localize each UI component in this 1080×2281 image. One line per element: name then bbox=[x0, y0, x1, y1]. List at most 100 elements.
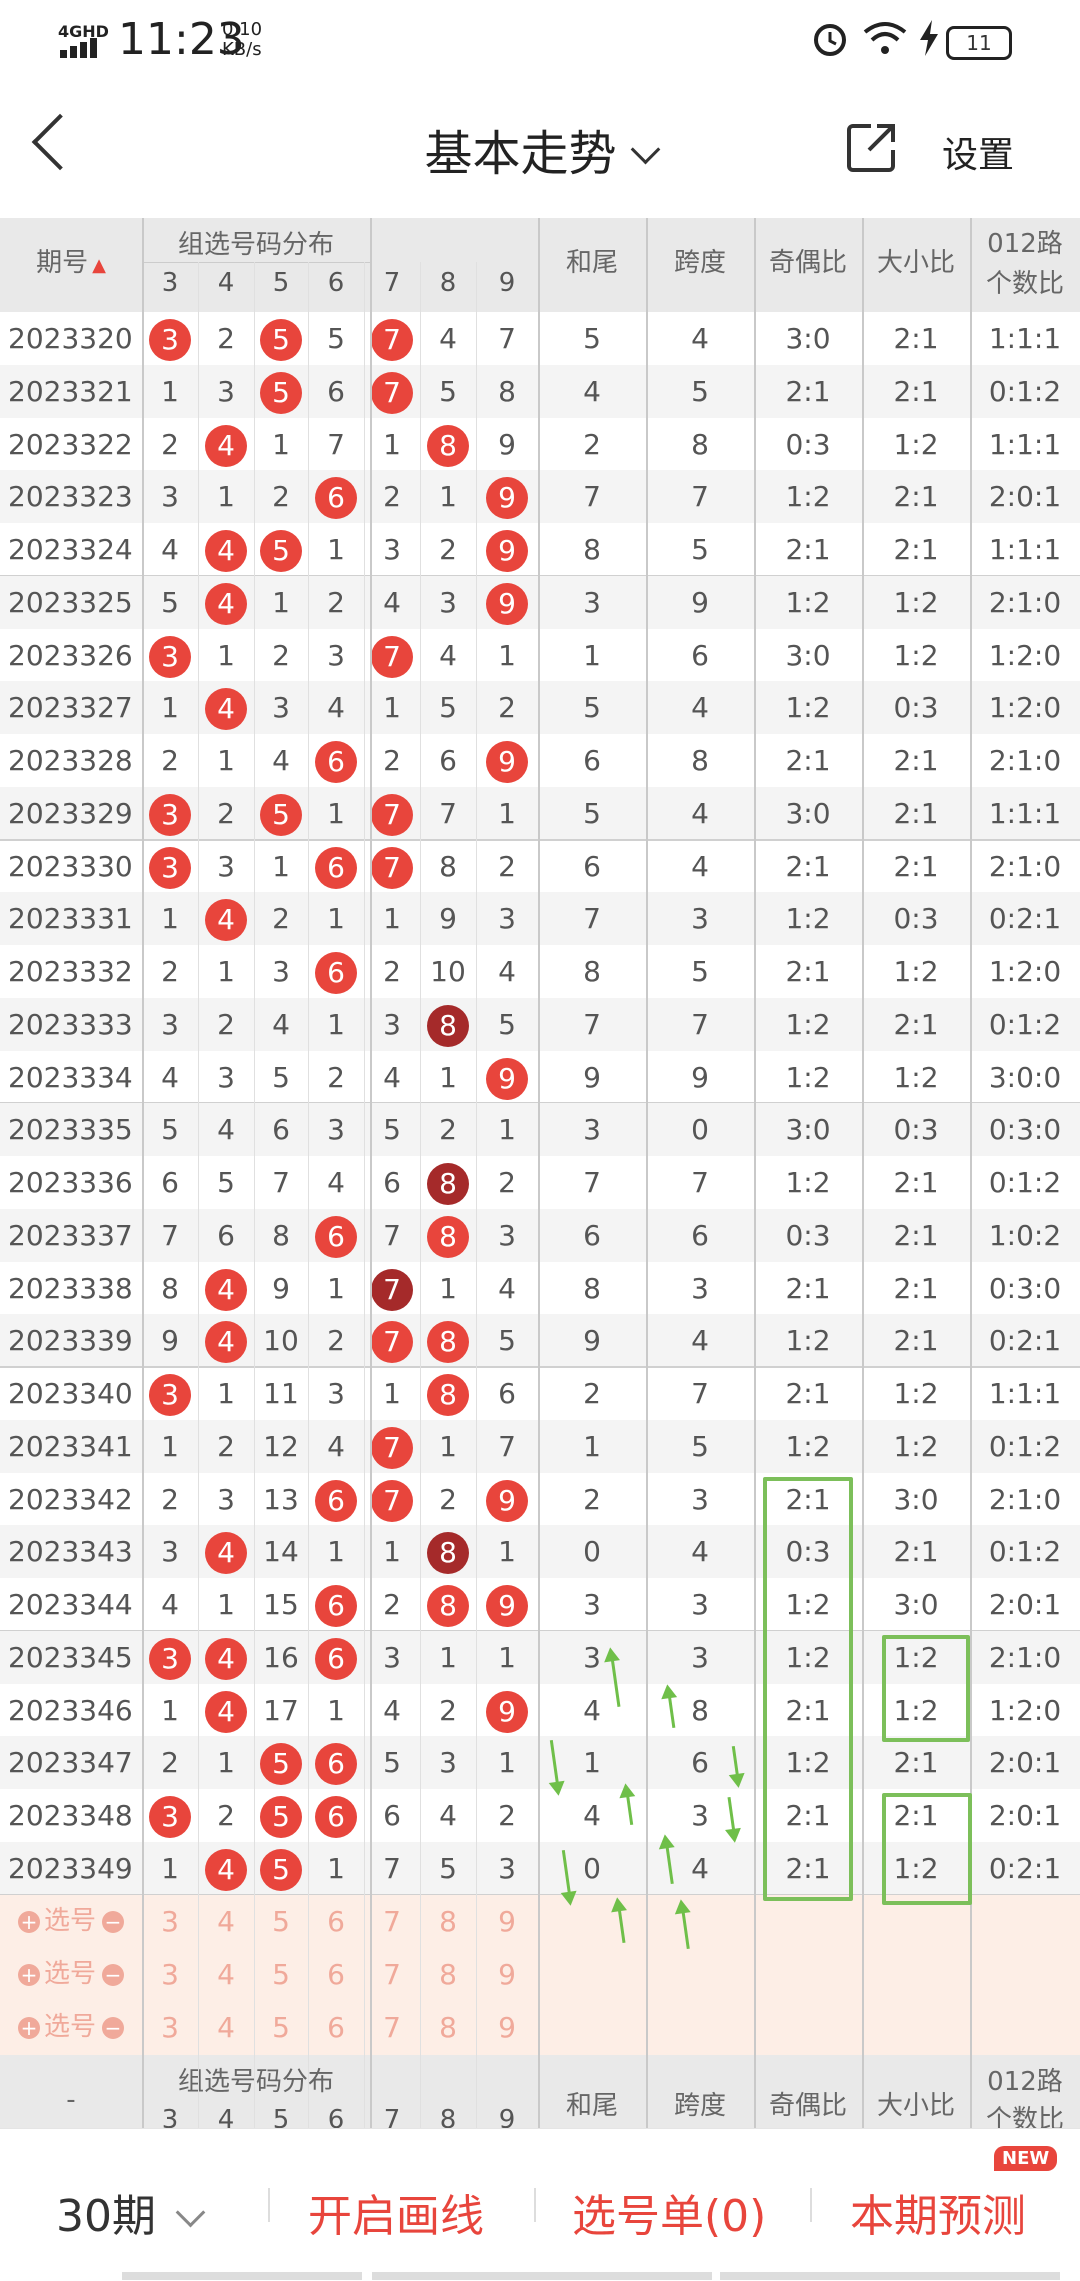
highlight-box bbox=[882, 1634, 970, 1743]
select-label[interactable]: + 选号 − bbox=[0, 1895, 142, 1948]
sum-tail-cell: 8 bbox=[583, 955, 601, 988]
select-digit[interactable]: 9 bbox=[476, 2001, 538, 2054]
digit-cell: 4 bbox=[198, 1262, 254, 1315]
sum-tail-cell: 2 bbox=[583, 1482, 601, 1516]
highlight-box bbox=[882, 1793, 972, 1905]
digit-cell: 3 bbox=[439, 1746, 457, 1780]
digit-cell: 4 bbox=[439, 1799, 457, 1832]
select-digit[interactable]: 4 bbox=[198, 1948, 254, 2001]
select-digit[interactable]: 6 bbox=[308, 1895, 364, 1948]
number-ball: 6 bbox=[315, 1796, 357, 1838]
odd-even-cell: 1:2 bbox=[785, 1007, 831, 1041]
digit-cell: 7 bbox=[161, 1218, 179, 1252]
period-cell: 2023335 bbox=[8, 1113, 133, 1147]
select-digit[interactable]: 3 bbox=[142, 1895, 198, 1948]
digit-cell: 4 bbox=[272, 744, 290, 777]
table-header: 期号 ▲ 组选号码分布 3 4 5 6 7 8 9 和尾 跨度 奇偶比 大小比 012路 个数比 bbox=[0, 218, 1080, 312]
period-header[interactable]: 期号 ▲ bbox=[0, 242, 142, 279]
select-digit[interactable]: 7 bbox=[364, 1948, 420, 2001]
plus-icon[interactable]: + bbox=[17, 1910, 40, 1933]
digit-cell: 4 bbox=[198, 1631, 254, 1684]
number-ball: 4 bbox=[205, 1532, 247, 1575]
digit-cell: 9 bbox=[476, 734, 538, 787]
select-digit[interactable]: 7 bbox=[364, 2001, 420, 2054]
page-title[interactable]: 基本走势 bbox=[0, 114, 1080, 184]
select-digit[interactable]: 3 bbox=[142, 2001, 198, 2054]
plus-icon[interactable]: + bbox=[17, 2016, 40, 2039]
table-row: 2023341 1 2 12 4 7 1 7 1 5 1:2 1:2 0:1:2 bbox=[0, 1419, 1080, 1473]
digit-cell: 15 bbox=[263, 1588, 299, 1621]
digit-cell: 4 bbox=[498, 955, 516, 988]
span-header: 跨度 bbox=[673, 248, 726, 278]
digit-cell: 10 bbox=[263, 1324, 299, 1358]
road012-cell: 0:3:0 bbox=[988, 1271, 1062, 1305]
big-small-cell: 2:1 bbox=[893, 1007, 939, 1041]
select-digit[interactable]: 5 bbox=[254, 1895, 308, 1948]
digit-cell: 1 bbox=[327, 1271, 345, 1305]
alarm-icon bbox=[810, 18, 850, 62]
share-icon[interactable] bbox=[843, 120, 899, 180]
big-small-cell: 1:2 bbox=[893, 1429, 939, 1463]
select-digit[interactable]: 9 bbox=[476, 1948, 538, 2001]
predict-button[interactable]: 本期预测 bbox=[850, 2180, 1026, 2244]
select-digit[interactable]: 6 bbox=[308, 1948, 364, 2001]
minus-icon[interactable]: − bbox=[102, 1963, 124, 1986]
digit-header: 7 bbox=[383, 268, 401, 298]
digit-cell: 7 bbox=[364, 1262, 420, 1315]
digit-cell: 2 bbox=[272, 638, 290, 672]
settings-button[interactable]: 设置 bbox=[942, 126, 1014, 178]
table-row: 2023324 4 4 5 1 3 2 9 8 5 2:1 2:1 1:1:1 bbox=[0, 523, 1080, 576]
select-digit[interactable]: 5 bbox=[254, 2001, 308, 2054]
digit-cell: 7 bbox=[364, 312, 420, 365]
road012-cell: 1:1:1 bbox=[988, 1377, 1062, 1410]
minus-icon[interactable]: − bbox=[102, 2016, 124, 2039]
digit-cell: 3 bbox=[498, 1851, 516, 1885]
period-select[interactable]: 30期 bbox=[56, 2180, 206, 2244]
select-digit[interactable]: 4 bbox=[198, 2001, 254, 2054]
number-ball: 7 bbox=[371, 1268, 413, 1311]
digit-cell: 2 bbox=[383, 744, 401, 777]
digit-cell: 9 bbox=[272, 1271, 290, 1305]
select-label[interactable]: + 选号 − bbox=[0, 1948, 142, 2001]
minus-icon[interactable]: − bbox=[102, 1910, 124, 1933]
digit-cell: 6 bbox=[308, 734, 364, 787]
digit-cell: 6 bbox=[383, 1166, 401, 1199]
digit-cell: 1 bbox=[327, 796, 345, 830]
select-digit[interactable]: 8 bbox=[420, 1895, 476, 1948]
digit-cell: 1 bbox=[272, 585, 290, 619]
select-digit[interactable]: 6 bbox=[308, 2001, 364, 2054]
digit-cell: 8 bbox=[420, 998, 476, 1051]
span-cell: 8 bbox=[691, 744, 709, 777]
pick-list-button[interactable]: 选号单(0) bbox=[572, 2180, 766, 2244]
odd-even-cell: 2:1 bbox=[785, 744, 831, 777]
divider bbox=[268, 2188, 270, 2222]
digit-cell: 3 bbox=[383, 1640, 401, 1674]
digit-cell: 1 bbox=[327, 1851, 345, 1885]
digit-cell: 3 bbox=[327, 638, 345, 672]
digit-cell: 9 bbox=[476, 523, 538, 576]
select-label[interactable]: + 选号 − bbox=[0, 2001, 142, 2054]
select-digit[interactable]: 4 bbox=[198, 1895, 254, 1948]
sum-tail-cell: 4 bbox=[583, 374, 601, 408]
table-row: 2023343 3 4 14 1 1 8 1 0 4 0:3 2:1 0:1:2 bbox=[0, 1525, 1080, 1579]
road012-cell: 2:1:0 bbox=[988, 744, 1062, 777]
select-digit[interactable]: 8 bbox=[420, 1948, 476, 2001]
select-digit[interactable]: 3 bbox=[142, 1948, 198, 2001]
number-ball: 4 bbox=[205, 688, 247, 731]
table-row: 2023320 3 2 5 5 7 4 7 5 4 3:0 2:1 1:1:1 bbox=[0, 312, 1080, 365]
select-digit[interactable]: 8 bbox=[420, 2001, 476, 2054]
digit-cell: 5 bbox=[439, 374, 457, 408]
select-digit[interactable]: 5 bbox=[254, 1948, 308, 2001]
digit-cell: 3 bbox=[142, 840, 198, 893]
select-digit[interactable]: 9 bbox=[476, 1895, 538, 1948]
digit-cell: 2 bbox=[217, 1429, 235, 1463]
sum-tail-cell: 7 bbox=[583, 480, 601, 514]
digit-cell: 1 bbox=[327, 902, 345, 936]
digit-cell: 5 bbox=[327, 322, 345, 355]
number-ball: 6 bbox=[315, 1479, 357, 1522]
span-footer: 跨度 bbox=[673, 2090, 726, 2121]
draw-line-button[interactable]: 开启画线 bbox=[308, 2180, 484, 2244]
digit-cell: 3 bbox=[327, 1113, 345, 1147]
plus-icon[interactable]: + bbox=[17, 1963, 40, 1986]
select-digit[interactable]: 7 bbox=[364, 1895, 420, 1948]
